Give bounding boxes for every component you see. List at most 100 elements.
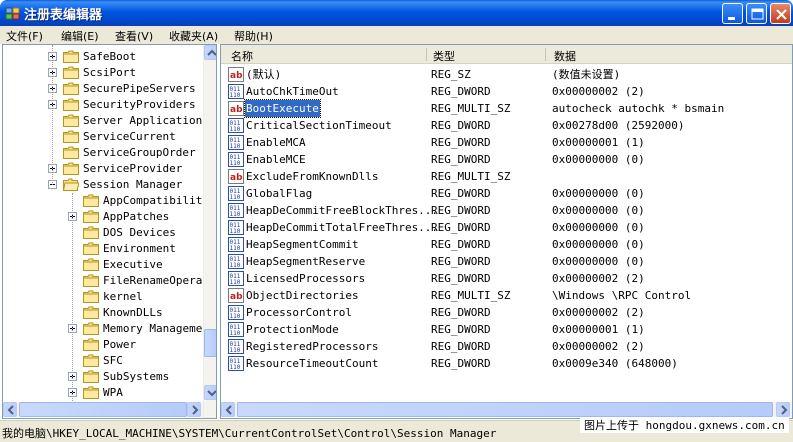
svg-text:110: 110 bbox=[230, 262, 241, 269]
menu-help[interactable]: 帮助(H) bbox=[234, 28, 273, 44]
folder-icon bbox=[83, 386, 99, 399]
value-type: REG_SZ bbox=[431, 68, 471, 81]
minimize-icon bbox=[728, 17, 735, 20]
value-data: 0x00000002 (2) bbox=[552, 85, 645, 98]
list-row[interactable]: ab BootExecute REG_MULTI_SZ autocheck autoc… bbox=[221, 99, 792, 118]
tree-item[interactable]: Power bbox=[3, 337, 201, 353]
tree-item[interactable]: AppPatches bbox=[3, 209, 201, 225]
binary-value-icon: 011 110 bbox=[228, 203, 244, 218]
svg-text:ab: ab bbox=[230, 105, 243, 115]
tree-item[interactable]: SecurePipeServers bbox=[3, 81, 201, 97]
column-header-data[interactable]: 数据 bbox=[554, 48, 576, 64]
value-name: GlobalFlag bbox=[246, 187, 313, 200]
folder-icon bbox=[83, 274, 99, 287]
tree-horizontal-scrollbar[interactable] bbox=[3, 402, 203, 417]
value-data: 0x00000000 (0) bbox=[552, 221, 645, 234]
list-row[interactable]: 011 110 ResourceTimeoutCount REG_DWORD 0x000… bbox=[221, 355, 792, 372]
column-separator[interactable] bbox=[426, 48, 427, 61]
tree-item[interactable]: ServiceGroupOrder bbox=[3, 145, 201, 161]
list-row[interactable]: 011 110 EnableMCA REG_DWORD 0x00000001 (1) bbox=[221, 134, 792, 151]
tree-item-label: FileRenameOperat bbox=[103, 274, 209, 287]
maximize-icon bbox=[751, 8, 764, 20]
list-row[interactable]: 011 110 HeapDeCommitFreeBlockThres... REG_D… bbox=[221, 202, 792, 219]
list-row[interactable]: 011 110 HeapDeCommitTotalFreeThres... REG_D… bbox=[221, 219, 792, 236]
value-data: (数值未设置) bbox=[552, 68, 621, 81]
menu-favorites[interactable]: 收藏夹(A) bbox=[169, 28, 218, 44]
tree-item[interactable]: SubSystems bbox=[3, 369, 201, 385]
tree-item[interactable]: SecurityProviders bbox=[3, 97, 201, 113]
tree-item[interactable]: ServiceProvider bbox=[3, 161, 201, 177]
scroll-left-button[interactable] bbox=[221, 402, 235, 417]
value-name: ProtectionMode bbox=[246, 323, 339, 336]
value-type: REG_DWORD bbox=[431, 136, 491, 149]
svg-text:110: 110 bbox=[230, 160, 241, 167]
scroll-down-button[interactable] bbox=[204, 385, 216, 400]
column-header-name[interactable]: 名称 bbox=[231, 48, 253, 64]
scroll-up-button[interactable] bbox=[204, 45, 216, 60]
list-row[interactable]: 011 110 EnableMCE REG_DWORD 0x00000000 (0) bbox=[221, 151, 792, 168]
horizontal-scroll-thumb[interactable] bbox=[237, 402, 773, 417]
value-data: 0x00000002 (2) bbox=[552, 340, 645, 353]
tree-item[interactable]: SafeBoot bbox=[3, 49, 201, 65]
binary-value-icon: 011 110 bbox=[228, 254, 244, 269]
list-row[interactable]: 011 110 CriticalSectionTimeout REG_DWORD 0x0… bbox=[221, 117, 792, 134]
list-row[interactable]: 011 110 ProcessorControl REG_DWORD 0x0000000… bbox=[221, 304, 792, 321]
menu-view[interactable]: 查看(V) bbox=[115, 28, 153, 44]
list-row[interactable]: 011 110 ProtectionMode REG_DWORD 0x00000001 … bbox=[221, 321, 792, 338]
tree-item[interactable]: Memory Managemen bbox=[3, 321, 209, 337]
list-row[interactable]: 011 110 AutoChkTimeOut REG_DWORD 0x00000002 … bbox=[221, 83, 792, 100]
list-row[interactable]: 011 110 HeapSegmentReserve REG_DWORD 0x00000… bbox=[221, 253, 792, 270]
svg-text:110: 110 bbox=[230, 313, 241, 320]
tree-item[interactable]: SFC bbox=[3, 353, 201, 369]
tree-item[interactable]: Environment bbox=[3, 241, 201, 257]
menu-file[interactable]: 文件(F) bbox=[6, 28, 43, 44]
list-row[interactable]: ab (默认) REG_SZ (数值未设置) bbox=[221, 66, 792, 83]
list-row[interactable]: 011 110 RegisteredProcessors REG_DWORD 0x000… bbox=[221, 338, 792, 355]
list-row[interactable]: 011 110 LicensedProcessors REG_DWORD 0x00000… bbox=[221, 270, 792, 287]
scroll-right-button[interactable] bbox=[776, 402, 790, 417]
folder-icon bbox=[83, 242, 99, 255]
svg-text:110: 110 bbox=[230, 228, 241, 235]
value-type: REG_DWORD bbox=[431, 306, 491, 319]
scroll-left-button[interactable] bbox=[3, 402, 17, 417]
scroll-thumb[interactable] bbox=[204, 329, 216, 357]
tree-item-label: ScsiPort bbox=[83, 66, 136, 79]
tree-vertical-scrollbar[interactable] bbox=[203, 45, 216, 418]
maximize-button[interactable] bbox=[746, 3, 767, 24]
tree-item[interactable]: FileRenameOperat bbox=[3, 273, 209, 289]
list-row[interactable]: ab ExcludeFromKnownDlls REG_MULTI_SZ bbox=[221, 168, 792, 185]
menu-bar: 文件(F) 编辑(E) 查看(V) 收藏夹(A) 帮助(H) bbox=[0, 26, 793, 44]
list-horizontal-scrollbar[interactable] bbox=[221, 402, 792, 417]
menu-edit[interactable]: 编辑(E) bbox=[61, 28, 99, 44]
tree-item[interactable]: kernel bbox=[3, 289, 201, 305]
value-data: 0x00000000 (0) bbox=[552, 204, 645, 217]
folder-icon bbox=[63, 50, 79, 63]
arrow-left-icon bbox=[225, 405, 232, 415]
value-type: REG_DWORD bbox=[431, 323, 491, 336]
tree-item[interactable]: WPA bbox=[3, 385, 201, 401]
arrow-down-icon bbox=[207, 390, 216, 397]
value-name: CriticalSectionTimeout bbox=[246, 119, 392, 132]
tree-item[interactable]: DOS Devices bbox=[3, 225, 201, 241]
tree-item[interactable]: Session Manager bbox=[3, 177, 201, 193]
tree-item[interactable]: ServiceCurrent bbox=[3, 129, 201, 145]
folder-icon bbox=[63, 82, 79, 95]
folder-icon bbox=[83, 354, 99, 367]
folder-icon bbox=[63, 146, 79, 159]
tree-item[interactable]: Server Applications bbox=[3, 113, 209, 129]
list-row[interactable]: 011 110 GlobalFlag REG_DWORD 0x00000000 (0) bbox=[221, 185, 792, 202]
list-row[interactable]: 011 110 HeapSegmentCommit REG_DWORD 0x000000… bbox=[221, 236, 792, 253]
folder-icon bbox=[63, 162, 79, 175]
folder-icon bbox=[63, 98, 79, 111]
column-header-type[interactable]: 类型 bbox=[433, 48, 455, 64]
column-separator[interactable] bbox=[545, 48, 546, 61]
minimize-button[interactable] bbox=[722, 3, 743, 24]
horizontal-scroll-thumb[interactable] bbox=[19, 402, 187, 417]
tree-item[interactable]: Executive bbox=[3, 257, 201, 273]
list-row[interactable]: ab ObjectDirectories REG_MULTI_SZ \Windows … bbox=[221, 287, 792, 304]
tree-item[interactable]: ScsiPort bbox=[3, 65, 201, 81]
close-button[interactable] bbox=[770, 3, 791, 24]
tree-item[interactable]: KnownDLLs bbox=[3, 305, 201, 321]
scroll-right-button[interactable] bbox=[187, 402, 201, 417]
tree-item[interactable]: AppCompatibility bbox=[3, 193, 209, 209]
